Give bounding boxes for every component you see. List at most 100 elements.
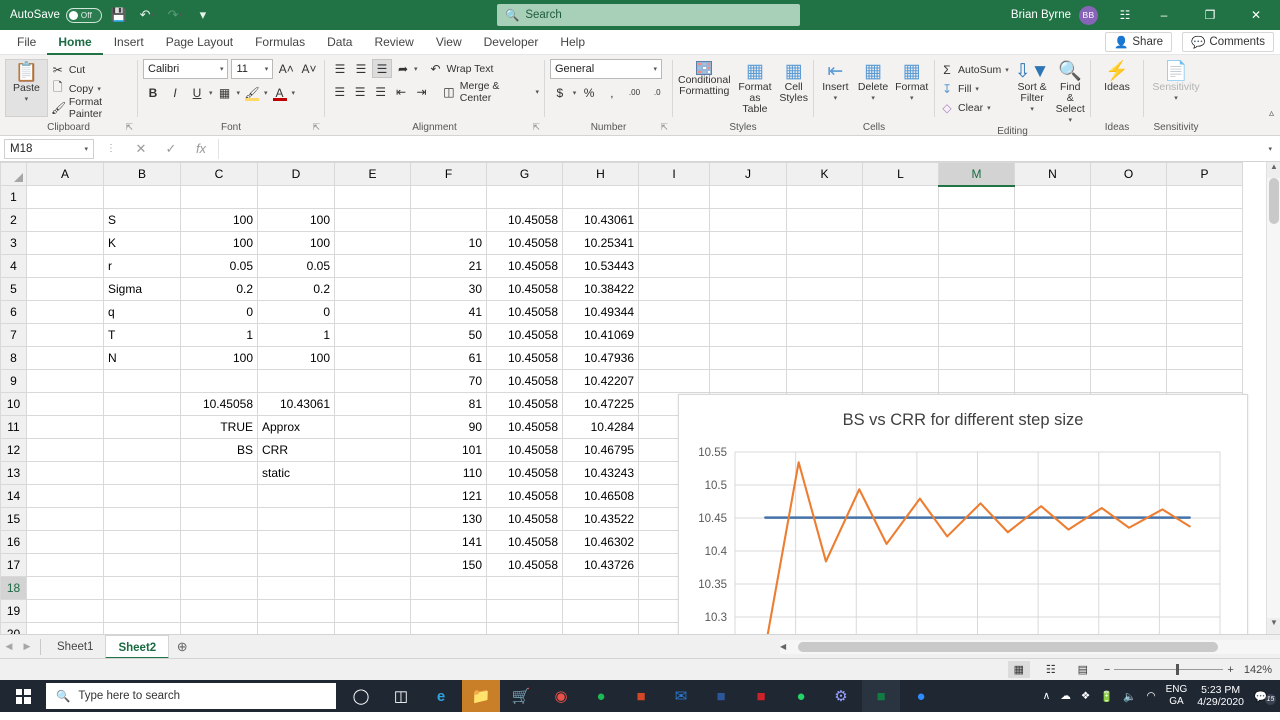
cell-J9[interactable]	[709, 369, 787, 393]
comma-style-button[interactable]: ‚	[602, 83, 622, 102]
fill-color-button[interactable]: 🖌	[242, 83, 262, 102]
cell-H12[interactable]: 10.46795	[562, 438, 639, 462]
cell-M4[interactable]	[938, 254, 1015, 278]
cell-I7[interactable]	[638, 323, 710, 347]
cell-E2[interactable]	[334, 208, 411, 232]
format-cells-button[interactable]: ▦ Format ▾	[894, 59, 929, 104]
cell-N2[interactable]	[1014, 208, 1091, 232]
save-icon[interactable]: 💾	[108, 4, 130, 26]
collapse-ribbon-icon[interactable]: ▵	[1269, 108, 1274, 119]
tab-home[interactable]: Home	[47, 30, 103, 55]
clock[interactable]: 5:23 PM 4/29/2020	[1197, 684, 1244, 708]
cell-F4[interactable]: 21	[410, 254, 487, 278]
cell-B14[interactable]	[103, 484, 181, 508]
cell-C13[interactable]	[180, 461, 258, 485]
cell-A5[interactable]	[26, 277, 104, 301]
sort-filter-button[interactable]: ⇩▼ Sort & Filter ▾	[1015, 59, 1050, 115]
acrobat-icon[interactable]: ■	[742, 680, 780, 712]
horizontal-scroll-thumb[interactable]	[798, 641, 1219, 652]
cell-E10[interactable]	[334, 392, 411, 416]
cell-F13[interactable]: 110	[410, 461, 487, 485]
row-header-4[interactable]: 4	[0, 254, 27, 278]
cell-D6[interactable]: 0	[257, 300, 335, 324]
insert-function-icon[interactable]: fx	[188, 141, 214, 156]
cell-D20[interactable]	[257, 622, 335, 634]
cell-E16[interactable]	[334, 530, 411, 554]
align-top-button[interactable]: ☰	[330, 59, 350, 78]
cell-A11[interactable]	[26, 415, 104, 439]
cell-H1[interactable]	[562, 185, 639, 209]
cell-B16[interactable]	[103, 530, 181, 554]
cell-G5[interactable]: 10.45058	[486, 277, 563, 301]
clear-dropdown-icon[interactable]: ▾	[987, 104, 991, 112]
cell-C20[interactable]	[180, 622, 258, 634]
cell-P8[interactable]	[1166, 346, 1243, 370]
cell-D14[interactable]	[257, 484, 335, 508]
cell-G12[interactable]: 10.45058	[486, 438, 563, 462]
tab-formulas[interactable]: Formulas	[244, 30, 316, 55]
cell-D4[interactable]: 0.05	[257, 254, 335, 278]
clear-button[interactable]: ◇ Clear ▾	[940, 99, 1009, 116]
battery-icon[interactable]: 🔋	[1100, 690, 1113, 703]
cell-L2[interactable]	[862, 208, 939, 232]
cell-G3[interactable]: 10.45058	[486, 231, 563, 255]
align-left-button[interactable]: ☰	[330, 82, 349, 101]
row-header-14[interactable]: 14	[0, 484, 27, 508]
cell-D17[interactable]	[257, 553, 335, 577]
share-button[interactable]: 👤 Share	[1105, 32, 1173, 52]
cell-H17[interactable]: 10.43726	[562, 553, 639, 577]
wifi-icon[interactable]: ◠	[1146, 690, 1155, 702]
cell-B13[interactable]	[103, 461, 181, 485]
increase-decimal-button[interactable]: .00	[625, 83, 645, 102]
cell-C1[interactable]	[180, 185, 258, 209]
cell-C17[interactable]	[180, 553, 258, 577]
row-header-8[interactable]: 8	[0, 346, 27, 370]
row-header-2[interactable]: 2	[0, 208, 27, 232]
sensitivity-dropdown-icon[interactable]: ▾	[1174, 93, 1178, 104]
cell-D9[interactable]	[257, 369, 335, 393]
cell-E7[interactable]	[334, 323, 411, 347]
cell-G14[interactable]: 10.45058	[486, 484, 563, 508]
cell-C18[interactable]	[180, 576, 258, 600]
cell-L6[interactable]	[862, 300, 939, 324]
copy-button[interactable]: 🗋 Copy ▾	[51, 80, 132, 97]
cell-E14[interactable]	[334, 484, 411, 508]
row-header-6[interactable]: 6	[0, 300, 27, 324]
cell-L5[interactable]	[862, 277, 939, 301]
fill-color-dropdown-icon[interactable]: ▾	[264, 89, 268, 97]
autosave-switch[interactable]: Off	[65, 7, 102, 23]
cell-F3[interactable]: 10	[410, 231, 487, 255]
cell-G11[interactable]: 10.45058	[486, 415, 563, 439]
clipboard-dialog-launcher-icon[interactable]: ⇱	[125, 122, 133, 133]
cell-B7[interactable]: T	[103, 323, 181, 347]
name-box[interactable]: M18 ▾	[4, 138, 94, 159]
search-input[interactable]: 🔍 Search	[497, 4, 800, 26]
cell-P1[interactable]	[1166, 185, 1243, 209]
cell-A20[interactable]	[26, 622, 104, 634]
cell-M8[interactable]	[938, 346, 1015, 370]
align-middle-button[interactable]: ☰	[351, 59, 371, 78]
cell-E20[interactable]	[334, 622, 411, 634]
cell-O9[interactable]	[1090, 369, 1167, 393]
accounting-format-button[interactable]: $	[550, 83, 570, 102]
cell-C16[interactable]	[180, 530, 258, 554]
font-size-select[interactable]: 11 ▾	[231, 59, 274, 79]
cell-E13[interactable]	[334, 461, 411, 485]
cell-E5[interactable]	[334, 277, 411, 301]
chrome-icon[interactable]: ◉	[542, 680, 580, 712]
cell-N5[interactable]	[1014, 277, 1091, 301]
cell-L8[interactable]	[862, 346, 939, 370]
cell-C9[interactable]	[180, 369, 258, 393]
row-header-9[interactable]: 9	[0, 369, 27, 393]
cell-H5[interactable]: 10.38422	[562, 277, 639, 301]
cell-C5[interactable]: 0.2	[180, 277, 258, 301]
cell-O6[interactable]	[1090, 300, 1167, 324]
onedrive-icon[interactable]: ☁	[1060, 690, 1071, 702]
edge-icon[interactable]: e	[422, 680, 460, 712]
cell-D10[interactable]: 10.43061	[257, 392, 335, 416]
cell-M1[interactable]	[938, 185, 1015, 209]
cell-A9[interactable]	[26, 369, 104, 393]
cell-F7[interactable]: 50	[410, 323, 487, 347]
cell-E4[interactable]	[334, 254, 411, 278]
cell-B10[interactable]	[103, 392, 181, 416]
